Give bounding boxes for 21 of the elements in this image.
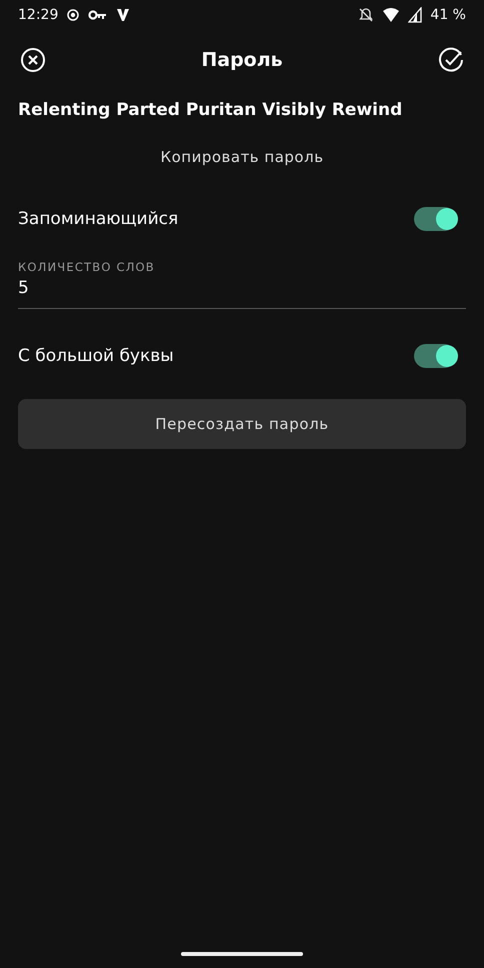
close-icon [20,47,46,73]
record-icon [66,8,80,22]
generated-password: Relenting Parted Puritan Visibly Rewind [18,100,404,120]
navigation-handle[interactable] [181,952,303,956]
mute-bell-icon [358,7,374,23]
check-icon [438,47,464,73]
option-label: С большой буквы [18,346,174,366]
wifi-icon [382,7,400,23]
regenerate-password-button[interactable]: Пересоздать пароль [18,399,466,449]
close-button[interactable] [18,45,48,75]
signal-icon [408,7,422,23]
copy-password-button[interactable]: Копировать пароль [150,142,334,172]
v-icon [116,8,130,22]
battery-percent: 41 % [430,7,466,23]
key-icon [88,9,108,21]
word-count-field[interactable]: КОЛИЧЕСТВО СЛОВ 5 [18,260,466,309]
screen-title: Пароль [201,49,283,71]
toggle-switch[interactable] [414,344,456,368]
toggle-switch[interactable] [414,207,456,231]
option-label: Запоминающийся [18,209,178,229]
status-time: 12:29 [18,7,58,23]
